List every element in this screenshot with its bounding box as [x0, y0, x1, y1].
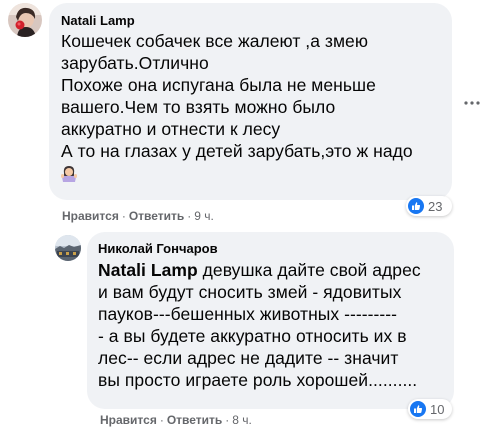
separator: ·: [159, 413, 164, 427]
woman-shrugging-emoji: [61, 162, 440, 184]
reaction-count: 10: [430, 401, 445, 417]
comment-actions: Нравится · Ответить · 8 ч.: [100, 412, 252, 428]
comment-line: лес-- если адрес не дадите -- значит: [98, 348, 399, 368]
comment-line: - а вы будете аккуратно относить их в: [98, 326, 407, 346]
comment-line: аккуратно и отнести к лесу: [61, 119, 281, 139]
comment-line: А то на глазах у детей зарубать,это ж на…: [61, 141, 413, 161]
comment-line: вашего.Чем то взять можно было: [61, 97, 336, 117]
separator: ·: [225, 413, 230, 427]
comment-line: Кошечек собачек все жалеют ,а змею: [61, 31, 369, 51]
comment-line: Natali Lamp девушка дайте свой адрес: [98, 259, 443, 281]
comment-line: зарубать.Отлично: [61, 53, 209, 73]
avatar[interactable]: [8, 3, 42, 37]
comment-text: Natali Lamp девушка дайте свой адрес и в…: [98, 259, 443, 391]
comment-line: Похоже она испугана была не меньше: [61, 75, 376, 95]
separator: ·: [187, 209, 192, 223]
comment-actions: Нравится · Ответить · 9 ч.: [62, 208, 214, 224]
comment-line: вы просто играете роль хорошей..........: [98, 370, 418, 390]
reply-link[interactable]: Ответить: [129, 209, 184, 223]
timestamp[interactable]: 8 ч.: [232, 413, 252, 427]
reaction-count: 23: [428, 198, 443, 214]
like-link[interactable]: Нравится: [62, 209, 119, 223]
separator: ·: [121, 209, 126, 223]
comment-line: и вам будут сносить змей - ядовитых: [98, 282, 402, 302]
reply-bubble: Николай Гончаров Natali Lamp девушка дай…: [87, 232, 454, 409]
comment-author[interactable]: Natali Lamp: [61, 13, 440, 29]
avatar[interactable]: [55, 235, 81, 261]
mention-link[interactable]: Natali Lamp: [98, 260, 198, 280]
comment-text: Кошечек собачек все жалеют ,а змею заруб…: [61, 30, 440, 184]
comment-line-rest: девушка дайте свой адрес: [197, 260, 421, 280]
like-icon: [408, 198, 424, 214]
reaction-summary[interactable]: 23: [406, 196, 452, 216]
comment-line: пауков---бешенных животных ---------: [98, 304, 398, 324]
comment-author[interactable]: Николай Гончаров: [98, 241, 443, 257]
like-icon: [410, 401, 426, 417]
reply-link[interactable]: Ответить: [167, 413, 222, 427]
comment-bubble: Natali Lamp Кошечек собачек все жалеют ,…: [49, 3, 452, 200]
reaction-summary[interactable]: 10: [408, 399, 452, 419]
more-options-icon[interactable]: [462, 93, 482, 113]
timestamp[interactable]: 9 ч.: [194, 209, 214, 223]
like-link[interactable]: Нравится: [100, 413, 157, 427]
